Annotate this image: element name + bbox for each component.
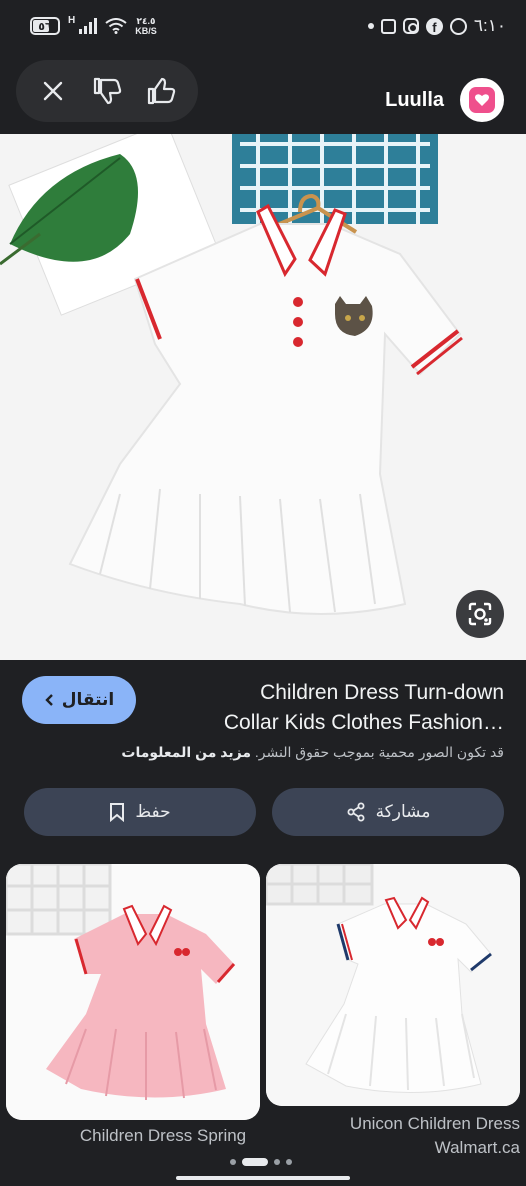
action-pill [16,60,198,122]
share-button[interactable]: مشاركة [272,788,504,836]
thumbs-down-button[interactable] [87,71,127,111]
home-indicator[interactable] [176,1176,350,1180]
status-bar: ٥٦ H ٢٤.٥ KB/S f ٦:١٠ [0,0,526,56]
google-lens-button[interactable] [456,590,504,638]
save-button[interactable]: حفظ [24,788,256,836]
learn-more-link[interactable]: مزيد من المعلومات [121,744,251,760]
network-type: H [68,14,76,26]
lens-icon [468,602,492,626]
facebook-icon: f [425,17,443,35]
page-indicator [230,1158,292,1166]
result-title[interactable]: Children Dress Turn-down Collar Kids Clo… [184,678,504,738]
screenshot-icon [380,18,396,34]
pink-dress-image [6,864,260,1120]
notification-dot-icon [367,23,374,29]
thumbs-up-button[interactable] [141,71,181,111]
luulla-logo-icon [460,78,504,122]
related-caption[interactable]: Unicon Children Dress Walmart.ca [266,1112,520,1160]
bottom-nav [0,1158,526,1186]
chevron-left-icon [45,694,53,706]
bookmark-icon [110,803,125,822]
source-site[interactable]: Luulla [385,78,504,122]
wifi-icon [105,18,127,34]
visit-button[interactable]: انتقال [22,676,136,724]
main-product-image[interactable] [0,134,526,660]
whatsapp-icon [449,17,467,35]
thumbs-down-icon [93,77,122,105]
white-dress-thumbnail-image [266,864,520,1106]
share-icon [347,802,365,822]
clock: ٦:١٠ [473,16,506,35]
instagram-icon [402,18,419,34]
related-card-pink-dress[interactable] [6,864,260,1120]
source-name: Luulla [385,88,444,111]
viewer-header: Luulla [0,56,526,134]
signal-icon [79,18,98,34]
white-dress-image [0,134,526,660]
related-card-white-dress[interactable] [266,864,520,1106]
thumbs-up-icon [147,77,176,105]
close-icon [43,81,63,101]
battery-icon: ٥٦ [30,17,60,35]
network-speed: ٢٤.٥ KB/S [135,16,157,36]
close-button[interactable] [33,71,73,111]
copyright-notice: قد تكون الصور محمية بموجب حقوق النشر. مز… [121,744,504,760]
